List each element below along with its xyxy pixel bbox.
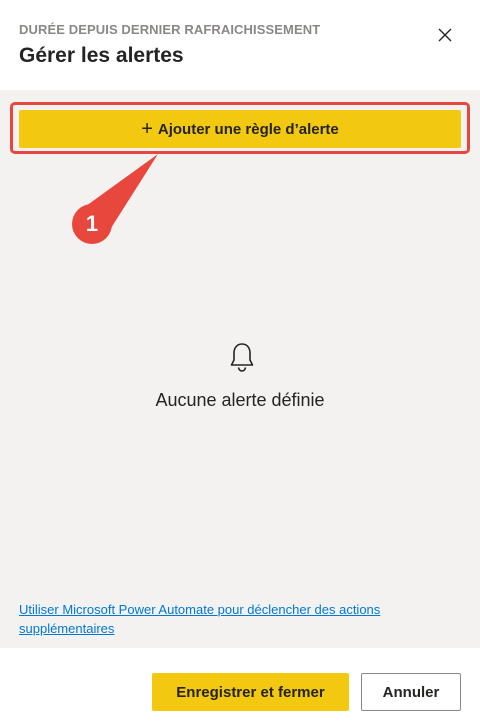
annotation-number: 1	[85, 211, 99, 236]
panel-subtitle: DURÉE DEPUIS DERNIER RAFRAICHISSEMENT	[19, 22, 321, 37]
close-icon	[438, 28, 452, 42]
add-alert-rule-label: Ajouter une règle d’alerte	[157, 120, 339, 138]
plus-icon: +	[141, 118, 153, 140]
power-automate-link[interactable]: Utiliser Microsoft Power Automate pour d…	[19, 600, 439, 638]
panel-header: DURÉE DEPUIS DERNIER RAFRAICHISSEMENT Gé…	[0, 0, 480, 90]
bell-icon	[230, 343, 254, 372]
panel-title: Gérer les alertes	[19, 44, 184, 67]
save-and-close-button[interactable]: Enregistrer et fermer	[152, 673, 349, 711]
close-button[interactable]	[434, 24, 456, 46]
add-alert-rule-button[interactable]: + Ajouter une règle d’alerte	[19, 110, 461, 148]
cancel-button[interactable]: Annuler	[361, 673, 461, 711]
empty-state-message: Aucune alerte définie	[155, 390, 325, 410]
